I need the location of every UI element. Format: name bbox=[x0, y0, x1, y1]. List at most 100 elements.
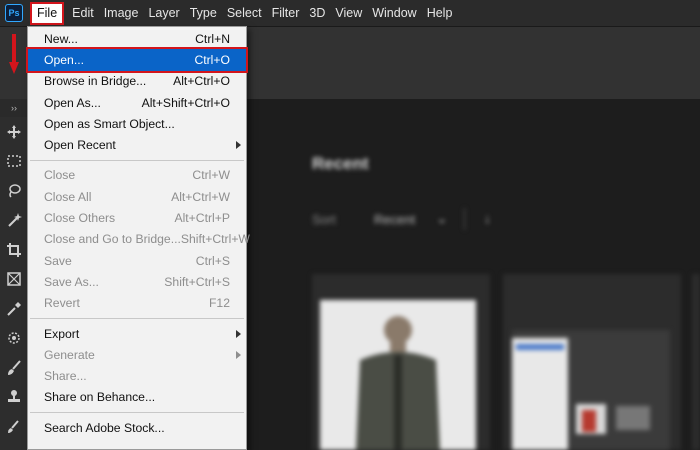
menu-3d-item[interactable]: 3D bbox=[304, 2, 330, 25]
crop-icon bbox=[7, 242, 21, 257]
file-menu-dropdown: New... Ctrl+N Open... Ctrl+O Browse in Bridg… bbox=[26, 26, 250, 450]
menu-item-label: Close Others bbox=[44, 211, 116, 226]
stamp-tool[interactable] bbox=[0, 383, 28, 413]
sort-dropdown[interactable]: Recent bbox=[374, 212, 415, 227]
file-menu-search-adobe-stock[interactable]: Search Adobe Stock... bbox=[28, 417, 246, 438]
menu-item-label: Generate bbox=[44, 347, 95, 362]
menu-view-item[interactable]: View bbox=[330, 2, 367, 25]
file-menu-generate: Generate bbox=[28, 344, 246, 365]
file-menu-close-and-go-to-bridge: Close and Go to Bridge... Shift+Ctrl+W bbox=[28, 229, 250, 250]
file-menu-open-as-smart-object[interactable]: Open as Smart Object... bbox=[28, 113, 246, 134]
menu-item-label: Export bbox=[44, 326, 80, 341]
toolbar-divider bbox=[464, 208, 465, 230]
menu-type-item[interactable]: Type bbox=[185, 2, 222, 25]
menu-item-label: Open Recent bbox=[44, 138, 116, 153]
menu-item-shortcut: Shift+Ctrl+W bbox=[180, 232, 250, 247]
file-menu-save-as: Save As... Shift+Ctrl+S bbox=[28, 271, 246, 292]
menu-item-shortcut: Alt+Shift+Ctrl+O bbox=[141, 95, 230, 110]
menu-item-shortcut: Alt+Ctrl+W bbox=[171, 189, 230, 204]
sort-label: Sort bbox=[312, 212, 336, 227]
magic-wand-icon bbox=[8, 213, 22, 227]
file-menu-browse-in-bridge[interactable]: Browse in Bridge... Alt+Ctrl+O bbox=[28, 71, 246, 92]
spot-healing-icon bbox=[8, 332, 20, 344]
file-menu-open-recent[interactable]: Open Recent bbox=[28, 134, 246, 155]
menu-item-label: Revert bbox=[44, 296, 80, 311]
menu-item-shortcut: F12 bbox=[208, 296, 230, 311]
menu-separator bbox=[30, 159, 244, 161]
menu-item-shortcut: Shift+Ctrl+S bbox=[164, 274, 230, 289]
menu-item-shortcut: Ctrl+N bbox=[195, 31, 230, 46]
file-menu-export[interactable]: Export bbox=[28, 323, 246, 344]
eyedropper-tool[interactable] bbox=[0, 294, 28, 324]
file-menu-open[interactable]: Open... Ctrl+O bbox=[26, 47, 248, 73]
menu-help-item[interactable]: Help bbox=[422, 2, 458, 25]
frame-icon bbox=[7, 272, 21, 286]
menu-item-label: Share on Behance... bbox=[44, 390, 156, 405]
menu-item-label: Search Adobe Stock... bbox=[44, 420, 165, 435]
photoshop-app-icon: Ps bbox=[5, 4, 23, 22]
submenu-arrow-icon bbox=[236, 141, 241, 150]
menu-bar-items: File Edit Image Layer Type Select Filter 3D View… bbox=[30, 1, 458, 25]
menu-window-item[interactable]: Window bbox=[367, 2, 421, 25]
menu-image-item[interactable]: Image bbox=[99, 2, 144, 25]
move-tool[interactable] bbox=[0, 117, 28, 147]
menu-item-shortcut: Ctrl+O bbox=[194, 52, 230, 67]
menu-item-shortcut: Ctrl+W bbox=[192, 168, 230, 183]
menu-separator bbox=[30, 317, 244, 319]
menu-filter-item[interactable]: Filter bbox=[267, 2, 305, 25]
marquee-icon bbox=[7, 155, 21, 167]
marquee-tool[interactable] bbox=[0, 147, 28, 177]
move-icon bbox=[7, 124, 21, 139]
lasso-icon bbox=[9, 184, 21, 198]
brush-icon bbox=[8, 360, 21, 375]
menu-item-label: Save bbox=[44, 253, 72, 268]
history-brush-tool[interactable] bbox=[0, 412, 28, 442]
file-menu-share-on-behance[interactable]: Share on Behance... bbox=[28, 387, 246, 408]
frame-tool[interactable] bbox=[0, 265, 28, 295]
menu-file-item[interactable]: File bbox=[30, 1, 65, 25]
file-menu-close: Close Ctrl+W bbox=[28, 165, 246, 186]
recent-heading: Recent bbox=[312, 154, 369, 173]
menu-layer-item[interactable]: Layer bbox=[143, 2, 184, 25]
screenshot-thumbnail-icon bbox=[512, 338, 650, 450]
sort-direction-icon[interactable]: ↓ bbox=[484, 210, 491, 226]
submenu-arrow-icon bbox=[236, 329, 241, 338]
menu-item-label: Close All bbox=[44, 189, 92, 204]
file-menu-share: Share... bbox=[28, 365, 246, 386]
menu-item-label: New... bbox=[44, 31, 78, 46]
magic-wand-tool[interactable] bbox=[0, 206, 28, 236]
file-menu-save: Save Ctrl+S bbox=[28, 250, 246, 271]
red-arrow-annotation-icon bbox=[9, 34, 19, 74]
crop-tool[interactable] bbox=[0, 235, 28, 265]
lasso-tool[interactable] bbox=[0, 176, 28, 206]
eyedropper-icon bbox=[7, 301, 21, 316]
person-photo-icon bbox=[356, 316, 440, 450]
menu-item-shortcut: Ctrl+S bbox=[195, 253, 230, 268]
brush-tool[interactable] bbox=[0, 353, 28, 383]
history-brush-icon bbox=[8, 420, 19, 433]
menu-separator bbox=[30, 412, 244, 414]
file-menu-open-as[interactable]: Open As... Alt+Shift+Ctrl+O bbox=[28, 92, 246, 113]
menu-item-label: Share... bbox=[44, 369, 87, 384]
file-menu-close-all: Close All Alt+Ctrl+W bbox=[28, 186, 246, 207]
file-menu-revert: Revert F12 bbox=[28, 293, 246, 314]
menu-item-label: Browse in Bridge... bbox=[44, 74, 147, 89]
menu-item-shortcut: Alt+Ctrl+P bbox=[174, 211, 230, 226]
file-menu-new[interactable]: New... Ctrl+N bbox=[28, 28, 246, 49]
menu-select-item[interactable]: Select bbox=[222, 2, 267, 25]
recent-file-thumbnail bbox=[320, 300, 476, 450]
recent-file-card[interactable] bbox=[692, 274, 700, 450]
stamp-icon bbox=[8, 390, 20, 403]
recent-file-thumbnail bbox=[512, 330, 670, 450]
menu-item-shortcut: Alt+Ctrl+O bbox=[173, 74, 230, 89]
spot-healing-tool[interactable] bbox=[0, 324, 28, 354]
menu-edit-item[interactable]: Edit bbox=[67, 2, 99, 25]
menu-item-label: Save As... bbox=[44, 274, 99, 289]
tools-panel bbox=[0, 117, 28, 450]
chevron-down-icon: ⌄ bbox=[436, 210, 448, 226]
menu-item-label: Close bbox=[44, 168, 76, 183]
toolbar-collapse-button[interactable]: ›› bbox=[0, 99, 28, 117]
file-menu-close-others: Close Others Alt+Ctrl+P bbox=[28, 207, 246, 228]
menu-item-label: Open As... bbox=[44, 95, 101, 110]
menu-bar: Ps File Edit Image Layer Type Select Filter 3D V… bbox=[0, 0, 700, 27]
